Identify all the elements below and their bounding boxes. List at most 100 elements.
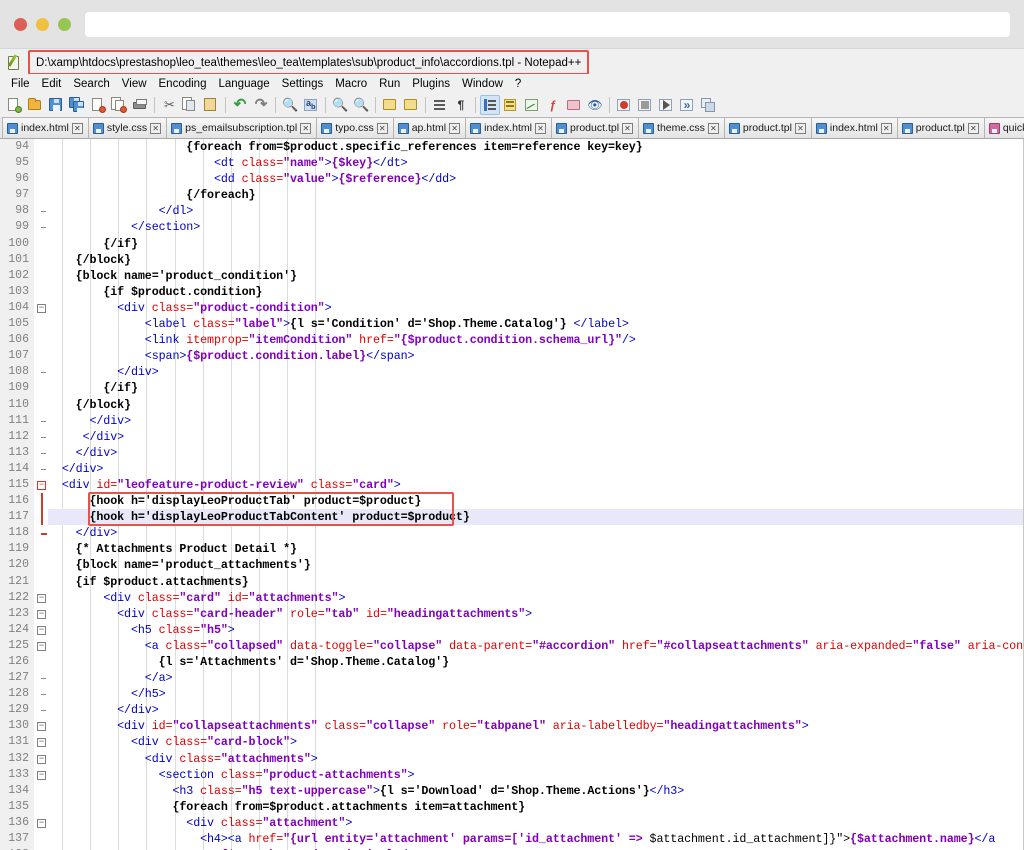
fold-marker[interactable] [34,525,48,541]
document-tab[interactable]: product.tpl ✕ [896,117,984,138]
save-all-icon[interactable] [67,95,87,115]
code-line[interactable]: {if $product.attachments} [48,574,1023,590]
code-line[interactable]: <label class="label">{l s='Condition' d=… [48,316,1023,332]
fold-marker[interactable] [34,155,48,171]
fold-marker[interactable] [34,268,48,284]
fold-marker[interactable] [34,541,48,557]
sync-horizontal-scroll-icon[interactable] [401,95,421,115]
fold-marker[interactable] [34,445,48,461]
code-editor[interactable]: 94 95 96 97 98 99 100 101 102 103 104 105 106 107 108 1… [0,139,1024,850]
code-line[interactable]: <dt class="name">{$key}</dt> [48,155,1023,171]
fold-collapse-icon[interactable]: − [37,593,46,603]
code-line[interactable]: </a> [48,670,1023,686]
fold-marker[interactable] [34,364,48,380]
fold-marker[interactable] [34,493,48,510]
close-tab-icon[interactable]: ✕ [880,122,892,134]
find-icon[interactable]: 🔍 [280,95,300,115]
code-line[interactable]: </div> [48,364,1023,380]
document-tab[interactable]: style.css ✕ [87,117,167,138]
code-line[interactable]: </div> [48,429,1023,445]
code-line[interactable]: {foreach from=$product.specific_referenc… [48,139,1023,155]
code-line[interactable]: <div class="attachments"> [48,751,1023,767]
fold-marker[interactable] [34,429,48,445]
minimize-window-button[interactable] [36,17,49,31]
maximize-window-button[interactable] [58,17,71,31]
code-line[interactable]: {/if} [48,236,1023,252]
stop-recording-macro-icon[interactable] [635,95,655,115]
code-line[interactable]: <div class="card-header" role="tab" id="… [48,606,1023,622]
fold-marker[interactable] [34,574,48,590]
document-tab[interactable]: ap.html ✕ [392,117,466,138]
zoom-in-icon[interactable]: 🔍 [330,95,350,115]
code-line[interactable]: <h4><a href="{url entity='attachment' pa… [48,831,1023,847]
fold-marker[interactable] [34,203,48,219]
code-line[interactable]: <div class="card" id="attachments"> [48,590,1023,606]
fold-collapse-icon[interactable]: − [37,770,46,780]
code-text-area[interactable]: {foreach from=$product.specific_referenc… [48,139,1023,850]
menu-item-plugins[interactable]: Plugins [406,77,456,91]
fold-marker[interactable] [34,702,48,718]
menu-item-macro[interactable]: Macro [329,77,373,91]
code-line[interactable]: </dl> [48,203,1023,219]
save-current-macro-icon[interactable] [698,95,718,115]
document-tab[interactable]: index.html ✕ [810,117,897,138]
close-tab-icon[interactable]: ✕ [376,122,388,134]
fold-marker[interactable]: − [34,590,48,606]
fold-collapse-icon[interactable]: − [37,609,46,619]
fold-marker[interactable] [34,831,48,847]
close-tab-icon[interactable]: ✕ [707,122,719,134]
fold-marker[interactable] [34,284,48,300]
code-line[interactable]: </div> [48,525,1023,541]
save-icon[interactable] [46,95,66,115]
document-tab[interactable]: typo.css ✕ [316,117,393,138]
fold-marker[interactable] [34,509,48,526]
fold-marker[interactable] [34,187,48,203]
close-tab-icon[interactable]: ✕ [622,122,634,134]
replace-icon[interactable]: ab [301,95,321,115]
menu-item-view[interactable]: View [116,77,153,91]
paste-icon[interactable] [201,95,221,115]
folder-as-workspace-icon[interactable] [564,95,584,115]
code-line[interactable]: <div class="card-block"> [48,734,1023,750]
fold-marker[interactable]: − [34,718,48,734]
code-folding-margin[interactable]: −−−−−−−−−−−− [34,139,48,850]
fold-marker[interactable] [34,461,48,477]
menu-item-file[interactable]: File [5,77,36,91]
show-ui-user-defined-dialog-icon[interactable] [501,95,521,115]
fold-marker[interactable]: − [34,751,48,767]
playback-macro-icon[interactable] [656,95,676,115]
fold-collapse-icon[interactable]: − [37,818,46,828]
fold-marker[interactable] [34,236,48,252]
close-tab-icon[interactable]: ✕ [150,122,162,134]
fold-marker[interactable] [34,348,48,364]
code-line[interactable]: </div> [48,461,1023,477]
close-all-files-icon[interactable] [109,95,129,115]
fold-marker[interactable]: − [34,767,48,783]
menu-item-edit[interactable]: Edit [36,77,68,91]
show-all-characters-icon[interactable]: ¶ [451,95,471,115]
fold-marker[interactable]: − [34,638,48,654]
code-line[interactable]: <div id="leofeature-product-review" clas… [48,477,1023,493]
document-tab[interactable]: quickview.tpl✕ [983,117,1024,138]
fold-marker[interactable]: − [34,734,48,750]
code-line[interactable]: <a class="collapsed" data-toggle="collap… [48,638,1023,654]
fold-marker[interactable] [34,670,48,686]
fold-marker[interactable] [34,380,48,396]
fold-collapse-icon[interactable]: − [37,303,46,313]
code-line[interactable]: {/block} [48,397,1023,413]
menu-item-encoding[interactable]: Encoding [153,77,213,91]
code-line[interactable]: <link itemprop="itemCondition" href="{$p… [48,332,1023,348]
code-line[interactable]: {block name='product_condition'} [48,268,1023,284]
zoom-out-icon[interactable]: 🔍 [351,95,371,115]
fold-collapse-icon[interactable]: − [37,641,46,651]
menu-item-search[interactable]: Search [67,77,115,91]
fold-marker[interactable] [34,171,48,187]
start-recording-macro-icon[interactable] [614,95,634,115]
close-tab-icon[interactable]: ✕ [71,122,83,134]
print-icon[interactable] [130,95,150,115]
code-line[interactable]: <h5 class="h5"> [48,622,1023,638]
code-line[interactable]: {/foreach} [48,187,1023,203]
code-line[interactable]: </div> [48,445,1023,461]
fold-marker[interactable]: − [34,606,48,622]
address-bar[interactable] [85,11,1010,37]
